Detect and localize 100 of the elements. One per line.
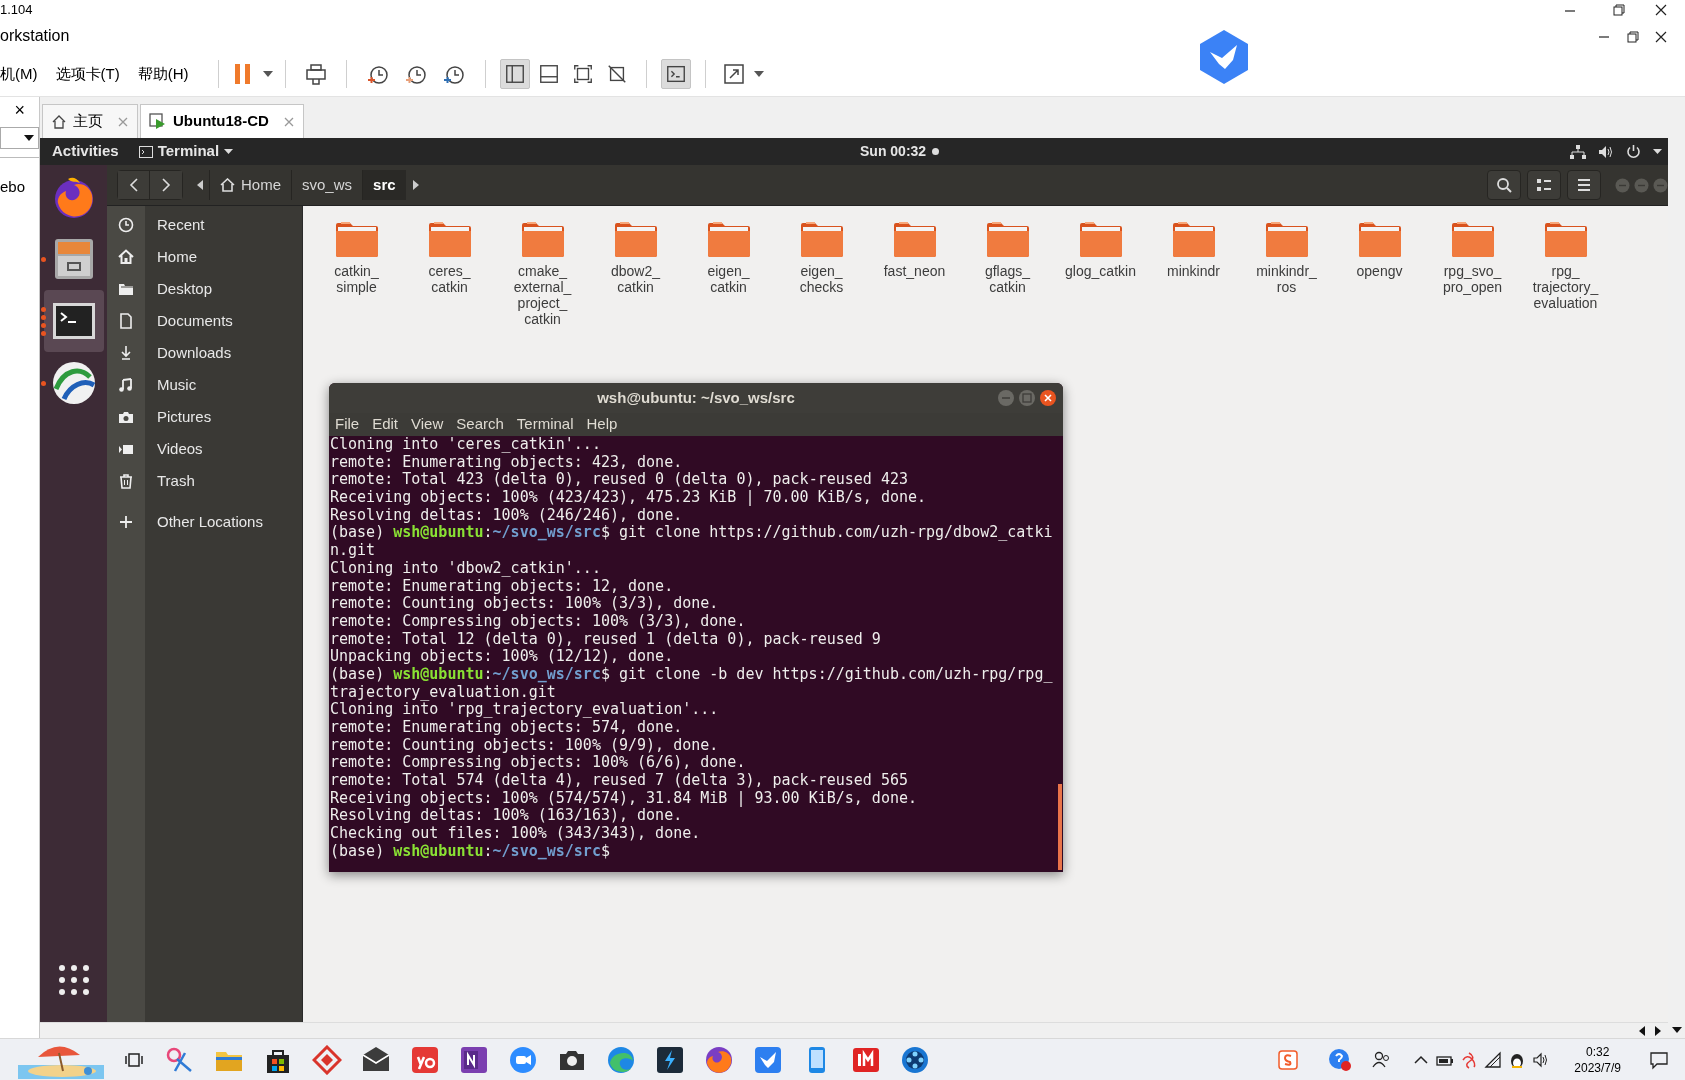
dropdown[interactable] [0,127,39,149]
close-icon[interactable] [1654,30,1668,44]
menu-button[interactable] [1567,170,1601,200]
menu-item[interactable]: Edit [372,413,399,436]
sidebar-item[interactable]: Videos [107,433,302,465]
sidebar-item[interactable]: Downloads [107,337,302,369]
folder-icon[interactable] [1170,221,1217,259]
menu-item[interactable]: Search [456,413,504,436]
wifi-icon[interactable] [1484,1050,1503,1069]
close-icon[interactable] [1654,3,1668,17]
folder-label[interactable]: rpg_svo_pro_open [1433,263,1512,295]
forward-button[interactable] [150,171,182,199]
folder-icon[interactable] [519,221,566,259]
input-method-icon[interactable] [1278,1049,1299,1070]
sidebar-item[interactable]: Recent [107,209,302,241]
firefox-icon[interactable] [704,1044,734,1075]
scrollbar[interactable] [1058,784,1062,870]
volume-icon[interactable] [1598,144,1614,159]
menu-item[interactable]: Terminal [516,413,574,436]
restore-icon[interactable] [1626,30,1640,44]
folder-label[interactable]: ceres_catkin [410,263,489,295]
toggle-button[interactable] [661,59,692,89]
caret-icon [24,135,34,141]
scroll-down-icon[interactable] [1671,1026,1682,1034]
scroll-right-icon[interactable] [1654,1025,1662,1036]
search-button[interactable] [1487,170,1521,200]
lightning-app-icon[interactable] [655,1044,685,1075]
folder-icon[interactable] [612,221,659,259]
scroll-left-icon[interactable] [196,180,204,190]
menu-item[interactable]: File [335,413,360,436]
close-icon[interactable] [1039,389,1057,407]
fullscreen-icon[interactable] [722,62,747,86]
folder-label[interactable]: eigen_catkin [689,263,768,295]
app-menu-button[interactable]: Terminal [138,140,234,163]
caret-icon[interactable] [263,71,274,77]
folder-icon[interactable] [798,221,845,259]
folder-label[interactable]: fast_neon [875,263,954,279]
folder-icon[interactable] [705,221,752,259]
notification-icon[interactable] [1649,1049,1669,1070]
sidebar-item[interactable]: Music [107,369,302,401]
folder-label[interactable]: rpg_trajectory_evaluation [1526,263,1605,311]
square-app-icon[interactable] [410,1044,440,1075]
sidebar-item[interactable]: Desktop [107,273,302,305]
close-button[interactable]: × [14,99,25,121]
diamond-icon[interactable] [312,1044,342,1075]
tab[interactable]: Ubuntu18-CD [140,104,304,138]
sidebar-item[interactable]: Pictures [107,401,302,433]
list-view-button[interactable] [1527,170,1561,200]
folder-icon[interactable] [1449,221,1496,259]
folder-icon[interactable] [891,221,938,259]
toggle-button[interactable] [500,59,531,89]
folder-label[interactable]: eigen_checks [782,263,861,295]
browser-wave-icon[interactable] [606,1044,636,1075]
app-grid-icon[interactable] [56,963,91,997]
sidebar-item[interactable]: Trash [107,465,302,497]
folder-label[interactable]: minkindr_ros [1247,263,1326,295]
folder-label[interactable]: cmake_external_project_catkin [503,263,582,327]
back-button[interactable] [118,171,150,199]
taskbar-clock[interactable]: 0:32 2023/7/9 [1574,1043,1621,1076]
path-button[interactable]: src [362,170,406,200]
menu-item[interactable]: 机(M) [0,62,38,86]
caret-icon[interactable] [1653,149,1662,154]
menu-item[interactable]: Help [586,413,618,436]
terminal-line: remote: Enumerating objects: 12, done. [330,577,675,596]
folder-icon[interactable] [984,221,1031,259]
scroll-right-icon[interactable] [411,180,420,190]
film-reel-icon[interactable] [900,1044,930,1075]
activities-button[interactable]: Activities [52,140,119,163]
menu-item[interactable]: 选项卡(T) [55,62,120,86]
folder-label[interactable]: minkindr [1154,263,1233,279]
clock[interactable]: Sun 00:32 [860,141,927,162]
video-camera-icon[interactable] [508,1044,538,1075]
power-icon[interactable] [1626,144,1641,159]
tab[interactable]: 主页 [42,104,138,138]
folder-icon[interactable] [1263,221,1310,259]
caret-icon[interactable] [754,71,765,77]
folder-icon[interactable] [1542,221,1589,259]
folder-label[interactable]: opengv [1340,263,1419,279]
printer-icon[interactable] [304,62,329,86]
folder-label[interactable]: catkin_simple [317,263,396,295]
network-icon[interactable] [1570,144,1586,159]
folder-icon[interactable] [1077,221,1124,259]
folder-label[interactable]: glog_catkin [1061,263,1140,279]
folder-label[interactable]: gflags_catkin [968,263,1047,295]
menu-item[interactable]: View [411,413,444,436]
path-button[interactable]: Home [209,170,291,200]
bird-icon[interactable] [753,1044,783,1075]
restore-icon[interactable] [1612,3,1626,17]
folder-icon[interactable] [1356,221,1403,259]
folder-label[interactable]: dbow2_catkin [596,263,675,295]
sidebar-item[interactable]: Home [107,241,302,273]
sidebar-item[interactable]: Documents [107,305,302,337]
help-icon[interactable] [1328,1047,1353,1072]
menu-item[interactable]: 帮助(H) [137,62,189,86]
notebook-icon[interactable] [459,1044,489,1075]
folder-icon[interactable] [333,221,380,259]
sidebar-item[interactable]: Other Locations [107,506,302,538]
dock-item[interactable] [43,290,104,352]
folder-icon[interactable] [426,221,473,259]
scroll-left-icon[interactable] [1638,1025,1646,1036]
